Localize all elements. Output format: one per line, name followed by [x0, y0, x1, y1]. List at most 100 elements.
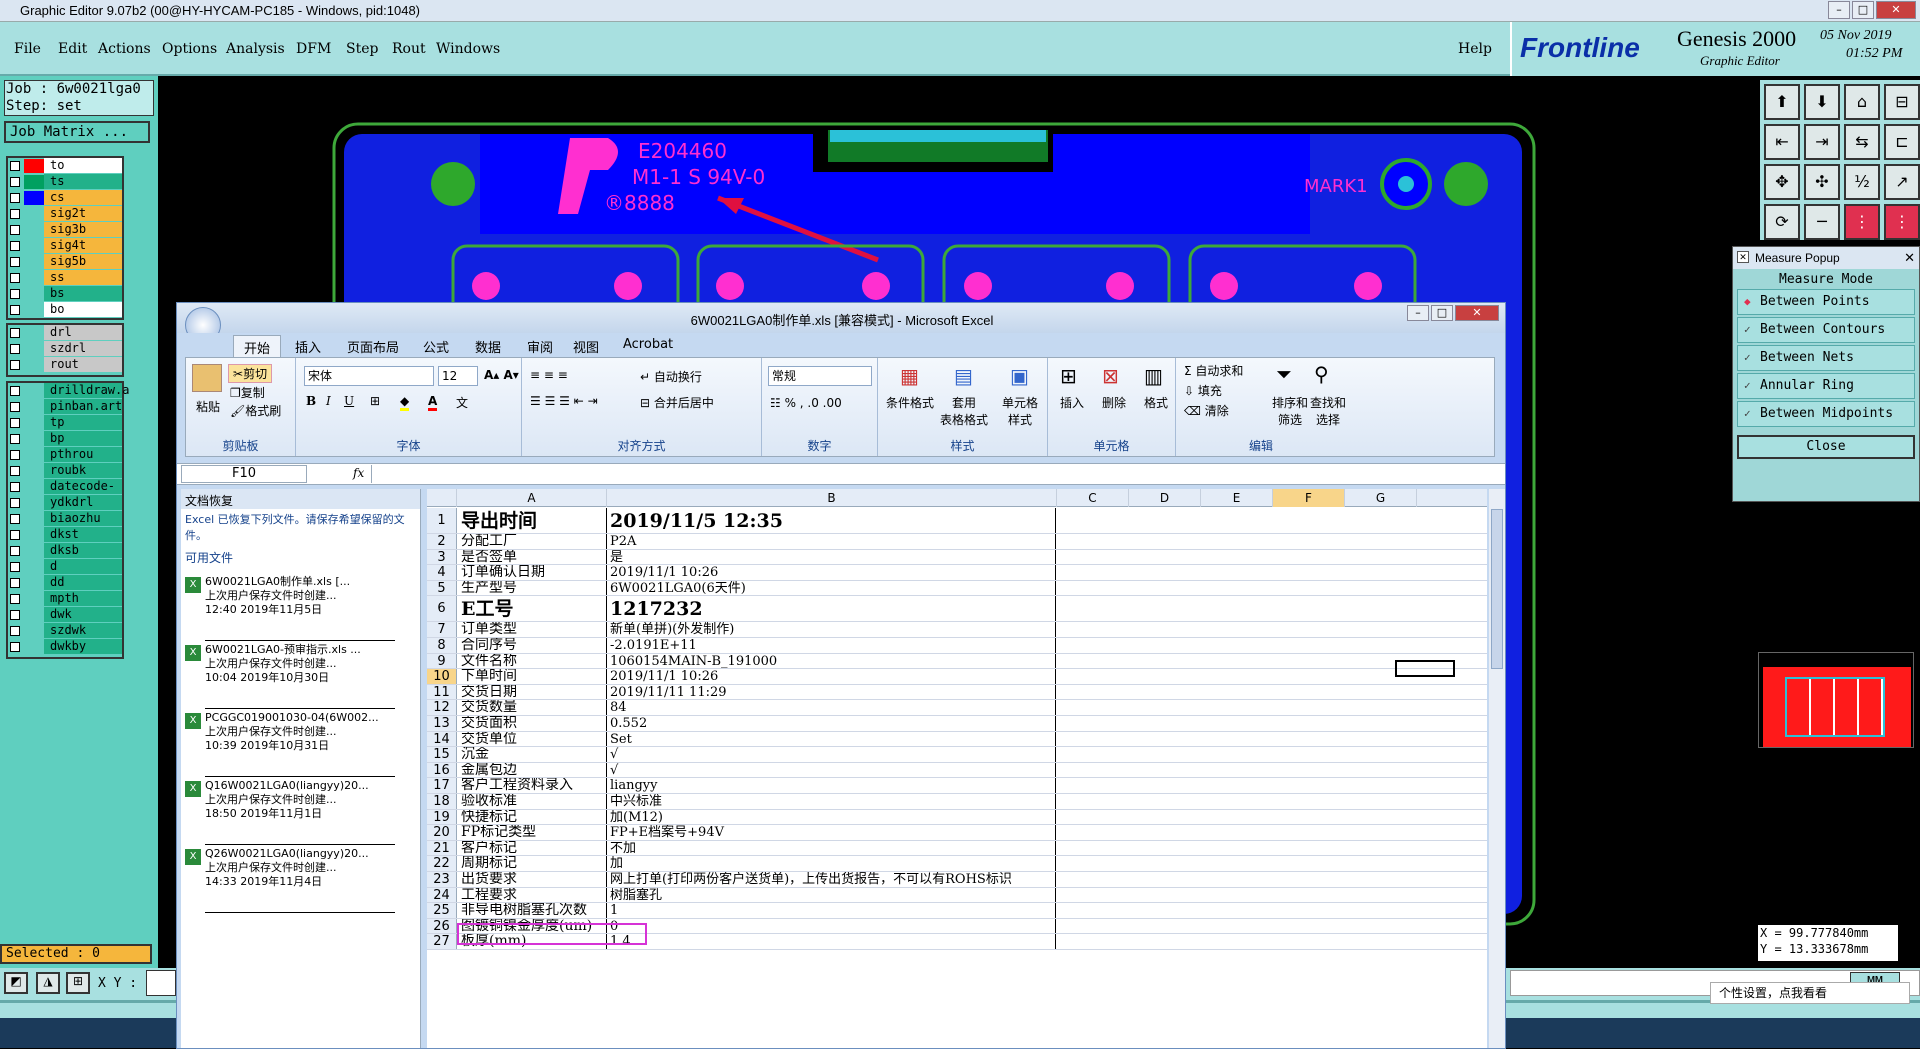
cell-a[interactable]: FP标记类型: [459, 825, 607, 840]
autosum-button[interactable]: Σ 自动求和: [1184, 362, 1243, 379]
delete-button[interactable]: 删除: [1102, 394, 1126, 411]
row-number[interactable]: 8: [427, 638, 457, 653]
measure-option[interactable]: ✓ Between Contours: [1737, 317, 1915, 343]
cell-b[interactable]: FP+E档案号+94V: [608, 825, 1056, 840]
layer-row[interactable]: pthrou: [8, 447, 122, 463]
cell-a[interactable]: 出货要求: [459, 872, 607, 887]
cell-a[interactable]: 周期标记: [459, 856, 607, 871]
recovered-file[interactable]: X 6W0021LGA0-预审指示.xls ... 上次用户保存文件时创建... 10…: [185, 643, 395, 709]
insert-button[interactable]: 插入: [1060, 394, 1084, 411]
layer-checkbox[interactable]: [10, 328, 20, 338]
row-number[interactable]: 10: [427, 669, 457, 684]
ribbon-tab[interactable]: 开始: [233, 335, 282, 359]
layer-checkbox[interactable]: [10, 610, 20, 620]
measure-option[interactable]: ◆ Between Points: [1737, 289, 1915, 315]
layer-checkbox[interactable]: [10, 241, 20, 251]
paste-button[interactable]: 粘贴: [196, 398, 220, 415]
menu-options[interactable]: Options: [162, 41, 217, 57]
layer-checkbox[interactable]: [10, 562, 20, 572]
menu-windows[interactable]: Windows: [436, 41, 500, 57]
excel-close-button[interactable]: ✕: [1455, 305, 1499, 321]
cut-button[interactable]: ✂剪切: [228, 364, 273, 383]
column-header[interactable]: A: [457, 489, 607, 507]
row-number[interactable]: 21: [427, 840, 457, 856]
row-number[interactable]: 20: [427, 825, 457, 840]
window-icon[interactable]: ⊏: [1884, 124, 1920, 160]
zoom-in-icon[interactable]: ⬆: [1764, 84, 1800, 120]
layer-checkbox[interactable]: [10, 225, 20, 235]
cell-b[interactable]: liangyy: [608, 778, 1056, 793]
row-number[interactable]: 2: [427, 534, 457, 549]
layer-red-icon[interactable]: ⋮: [1844, 204, 1880, 240]
cell-b[interactable]: 1060154MAIN-B_191000: [608, 653, 1056, 669]
fit-all-icon[interactable]: ✥: [1764, 164, 1800, 200]
row-number[interactable]: 11: [427, 684, 457, 700]
row-number[interactable]: 23: [427, 872, 457, 887]
layer-row[interactable]: rout: [8, 357, 122, 373]
menu-dfm[interactable]: DFM: [296, 41, 331, 57]
measure-option[interactable]: ✓ Between Nets: [1737, 345, 1915, 371]
layer-row[interactable]: dd: [8, 575, 122, 591]
row-number[interactable]: 18: [427, 794, 457, 809]
layer-checkbox[interactable]: [10, 161, 20, 171]
cell-a[interactable]: 交货面积: [459, 716, 607, 731]
menu-analysis[interactable]: Analysis: [226, 41, 285, 57]
layer-row[interactable]: sig5b: [8, 254, 122, 270]
layer-row[interactable]: dwk: [8, 607, 122, 623]
excel-minimize-button[interactable]: –: [1407, 305, 1429, 321]
layer-row[interactable]: biaozhu: [8, 511, 122, 527]
menu-file[interactable]: File: [14, 41, 41, 57]
ribbon-tab[interactable]: 审阅: [527, 337, 553, 356]
cell-b[interactable]: Set: [608, 731, 1056, 747]
layer-checkbox[interactable]: [10, 466, 20, 476]
measure-option[interactable]: ✓ Between Midpoints: [1737, 401, 1915, 427]
layer-checkbox[interactable]: [10, 360, 20, 370]
name-box[interactable]: F10: [181, 465, 307, 483]
maximize-button[interactable]: □: [1852, 1, 1874, 19]
layer-checkbox[interactable]: [10, 193, 20, 203]
shift-right-icon[interactable]: ⇥: [1804, 124, 1840, 160]
minimap[interactable]: [1758, 652, 1914, 748]
layer-row[interactable]: datecode-pt: [8, 479, 122, 508]
cell-b[interactable]: √: [608, 747, 1056, 762]
layer-row[interactable]: szdrl: [8, 341, 122, 357]
pan-icon[interactable]: ⊟: [1884, 84, 1920, 120]
cell-b[interactable]: 新单(单拼)(外发制作): [608, 622, 1056, 637]
cell-a[interactable]: 交货日期: [459, 684, 607, 700]
layer-row[interactable]: dksb: [8, 543, 122, 559]
layer-row[interactable]: bs: [8, 286, 122, 302]
cell-a[interactable]: 金属包边: [459, 762, 607, 778]
align-left-icon[interactable]: ☰ ☰ ☰ ⇤ ⇥: [530, 394, 598, 408]
font-name-select[interactable]: 宋体: [304, 366, 434, 386]
layer-row[interactable]: cs: [8, 190, 122, 206]
row-number[interactable]: 3: [427, 549, 457, 565]
cell-b[interactable]: 2019/11/11 11:29: [608, 684, 1056, 700]
layer-row[interactable]: drilldraw.a: [8, 383, 129, 399]
measure-close-button[interactable]: Close: [1737, 435, 1915, 459]
fx-icon[interactable]: fx: [353, 466, 364, 480]
underline-icon[interactable]: U: [344, 394, 354, 408]
layer-row[interactable]: ts: [8, 174, 122, 190]
home-icon[interactable]: ⌂: [1844, 84, 1880, 120]
cell-b[interactable]: 0: [608, 918, 1056, 934]
layer-row[interactable]: dwkby: [8, 639, 122, 655]
refresh-icon[interactable]: ⟳: [1764, 204, 1800, 240]
wrap-text-button[interactable]: ↵ 自动换行: [640, 368, 702, 385]
layer-row[interactable]: d: [8, 559, 122, 575]
cell-b[interactable]: 2019/11/1 10:26: [608, 669, 1056, 684]
cell-b[interactable]: 中兴标准: [608, 794, 1056, 809]
row-number[interactable]: 14: [427, 731, 457, 747]
cell-a[interactable]: 订单类型: [459, 622, 607, 637]
recovered-file[interactable]: X 6W0021LGA0制作单.xls [... 上次用户保存文件时创建... 12:…: [185, 575, 395, 641]
layer-row[interactable]: bp: [8, 431, 122, 447]
flip-icon[interactable]: ⇆: [1844, 124, 1880, 160]
cell-a[interactable]: 客户标记: [459, 840, 607, 856]
format-painter-button[interactable]: 🖌格式刷: [230, 402, 281, 419]
menu-actions[interactable]: Actions: [98, 41, 151, 57]
phonetic-icon[interactable]: 文: [456, 394, 468, 411]
layer-row[interactable]: sig3b: [8, 222, 122, 238]
align-top-icon[interactable]: ≡ ≡ ≡: [530, 368, 568, 382]
layer-row[interactable]: sig2t: [8, 206, 122, 222]
italic-icon[interactable]: I: [326, 394, 331, 408]
active-cell-f10[interactable]: [1395, 660, 1455, 677]
